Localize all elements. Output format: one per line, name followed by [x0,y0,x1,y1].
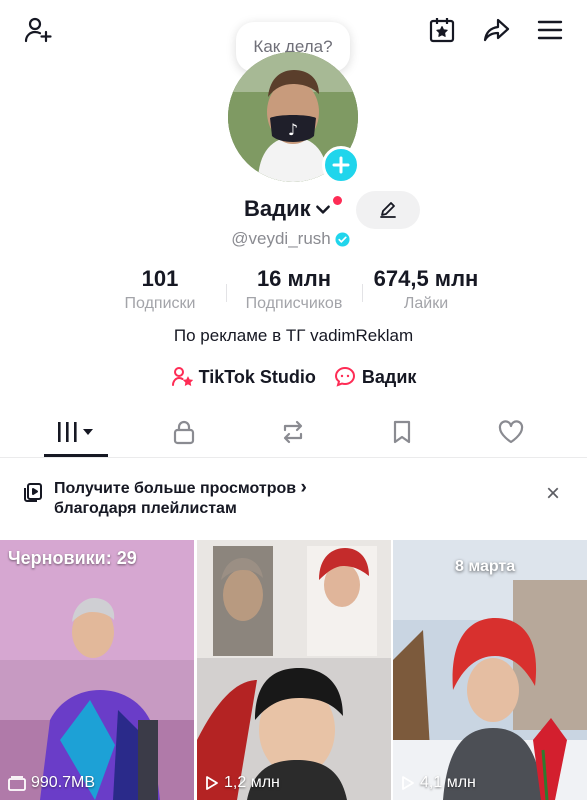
profile-links: TikTok Studio Вадик [0,366,587,388]
video-thumbnail [197,540,391,800]
profile-name-row[interactable]: Вадик [244,196,342,222]
banner-text: Получите больше просмотров › благодаря п… [54,477,307,518]
tab-videos[interactable] [36,406,116,458]
add-user-icon[interactable] [18,10,58,50]
chevron-down-icon [315,205,330,214]
profile-stats: 101 Подписки 16 млн Подписчиков 674,5 мл… [0,266,587,314]
chat-link-label: Вадик [361,366,417,387]
tiktok-studio-label: TikTok Studio [198,366,316,387]
profile-tabs [0,406,587,458]
tab-reposts[interactable] [253,406,333,458]
video-thumbnail [393,540,587,800]
share-icon[interactable] [476,10,516,50]
notification-dot [333,196,342,205]
heart-icon [498,420,524,444]
grid-bars-icon [58,422,93,442]
video-tile-drafts[interactable]: Черновики: 29 990.7MB [0,540,194,800]
chat-bubble-icon [334,366,355,387]
drafts-size: 990.7MB [8,774,95,792]
profile-handle: @veydi_rush [231,229,331,248]
repost-icon [283,420,303,444]
video-caption: 8 марта [455,558,516,575]
play-icon [402,776,414,790]
drafts-thumbnail [0,540,194,800]
verified-icon [335,231,350,247]
profile-bio: По рекламе в ТГ vadimReklam [173,326,414,345]
tab-saved[interactable] [362,406,442,458]
add-avatar-button[interactable] [322,146,360,184]
menu-icon[interactable] [530,10,570,50]
edit-profile-button[interactable] [356,191,420,229]
stat-divider [226,284,227,302]
video-grid: Черновики: 29 990.7MB 1,2 млн 8 марта 4,… [0,540,587,800]
tab-liked[interactable] [471,406,551,458]
close-icon[interactable]: × [546,480,560,508]
lock-icon [173,420,195,445]
playlist-banner[interactable]: Получите больше просмотров › благодаря п… [0,474,587,522]
profile-name: Вадик [244,196,311,221]
chevron-right-icon: › [300,477,307,498]
active-tab-indicator [44,454,108,457]
stat-likes[interactable]: 674,5 млн Лайки [366,266,486,313]
calendar-star-icon[interactable] [422,10,462,50]
stat-followers[interactable]: 16 млн Подписчиков [234,266,354,313]
video-views: 4,1 млн [401,774,476,792]
drafts-icon [8,776,26,791]
bookmark-icon [393,420,411,444]
playlist-icon [24,483,42,502]
svg-text:♪: ♪ [288,120,298,139]
play-icon [206,776,218,790]
video-tile[interactable]: 8 марта 4,1 млн [393,540,587,800]
tiktok-studio-link[interactable]: TikTok Studio [171,366,316,388]
video-views: 1,2 млн [205,774,280,792]
drafts-label: Черновики: 29 [8,548,137,568]
stat-following[interactable]: 101 Подписки [110,266,210,313]
studio-icon [171,367,193,387]
pencil-icon [380,202,396,218]
stat-divider [362,284,363,302]
tab-private[interactable] [144,406,224,458]
handle-row: @veydi_rush [0,229,587,249]
profile-avatar[interactable]: ♪ [228,52,360,184]
video-tile[interactable]: 1,2 млн [197,540,391,800]
chat-link[interactable]: Вадик [334,366,417,388]
